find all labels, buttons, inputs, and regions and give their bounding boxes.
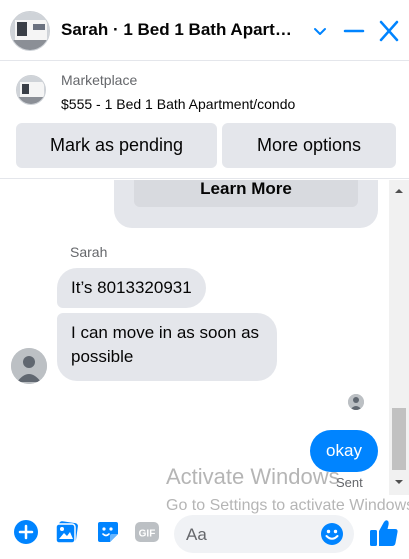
learn-more-button[interactable]: Learn More [134, 180, 358, 207]
sent-status: Sent [336, 475, 363, 490]
incoming-message[interactable]: I can move in as soon as possible [57, 313, 277, 381]
mark-as-pending-button[interactable]: Mark as pending [16, 123, 217, 168]
contact-avatar[interactable] [10, 11, 50, 51]
listing-thumbnail[interactable] [16, 75, 46, 105]
chat-header: Sarah · 1 Bed 1 Bath Apartment/condo [0, 0, 409, 61]
svg-text:GIF: GIF [139, 529, 156, 540]
read-receipt-avatar [348, 394, 364, 410]
marketplace-banner: Marketplace $555 - 1 Bed 1 Bath Apartmen… [0, 61, 409, 179]
sender-avatar[interactable] [11, 348, 47, 384]
chat-title[interactable]: Sarah · 1 Bed 1 Bath Apartment/condo [61, 20, 306, 40]
incoming-message[interactable]: It’s 8013320931 [57, 268, 206, 308]
sticker-icon[interactable] [95, 519, 121, 545]
plus-icon[interactable] [13, 519, 39, 545]
close-icon[interactable] [375, 18, 403, 44]
sender-name: Sarah [70, 244, 108, 260]
emoji-icon[interactable] [320, 522, 344, 546]
scroll-down-arrow-icon[interactable] [389, 475, 409, 489]
minimize-icon[interactable] [340, 18, 368, 44]
message-input-placeholder: Aa [186, 525, 207, 544]
like-icon[interactable] [368, 517, 400, 549]
chevron-down-icon[interactable] [306, 18, 334, 44]
outgoing-message[interactable]: okay [310, 430, 378, 472]
scroll-up-arrow-icon[interactable] [389, 184, 409, 198]
scroll-thumb[interactable] [392, 408, 406, 470]
photo-icon[interactable] [54, 519, 80, 545]
message-list: Learn More Sarah It’s 8013320931 I can m… [0, 180, 409, 495]
chat-scrollbar[interactable] [389, 180, 409, 495]
more-options-button[interactable]: More options [222, 123, 396, 168]
gif-icon[interactable]: GIF [134, 519, 160, 545]
message-input[interactable]: Aa [174, 515, 354, 553]
composer-bar: GIF Aa [0, 508, 409, 559]
marketplace-label: Marketplace [61, 72, 138, 88]
listing-title[interactable]: $555 - 1 Bed 1 Bath Apartment/condo [61, 96, 295, 112]
